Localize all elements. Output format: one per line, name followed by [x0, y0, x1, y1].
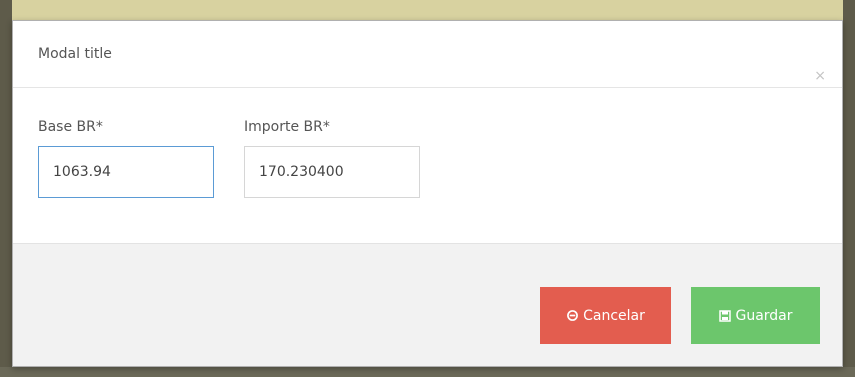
backdrop-left [0, 0, 12, 377]
modal-title: Modal title [38, 46, 112, 62]
cancel-button-label: Cancelar [583, 307, 645, 324]
modal-footer: Cancelar Guardar [13, 243, 842, 366]
base-br-input[interactable] [38, 146, 214, 198]
backdrop-bottom [0, 367, 855, 377]
ban-icon [566, 309, 579, 322]
importe-br-input[interactable] [244, 146, 420, 198]
cancel-button[interactable]: Cancelar [540, 287, 671, 344]
backdrop-right [843, 0, 855, 377]
save-button-label: Guardar [735, 307, 793, 324]
modal-header: Modal title × [13, 21, 842, 88]
save-button[interactable]: Guardar [691, 287, 820, 344]
close-icon[interactable]: × [814, 69, 826, 83]
importe-br-label: Importe BR* [244, 119, 330, 135]
floppy-disk-icon [718, 309, 731, 322]
importe-br-field: Importe BR* [244, 117, 420, 198]
modal-dialog: Modal title × Base BR* Importe BR* Cance… [12, 20, 843, 367]
base-br-label: Base BR* [38, 119, 103, 135]
base-br-field: Base BR* [38, 117, 214, 198]
modal-body: Base BR* Importe BR* [13, 88, 842, 243]
backdrop-top [0, 0, 855, 20]
